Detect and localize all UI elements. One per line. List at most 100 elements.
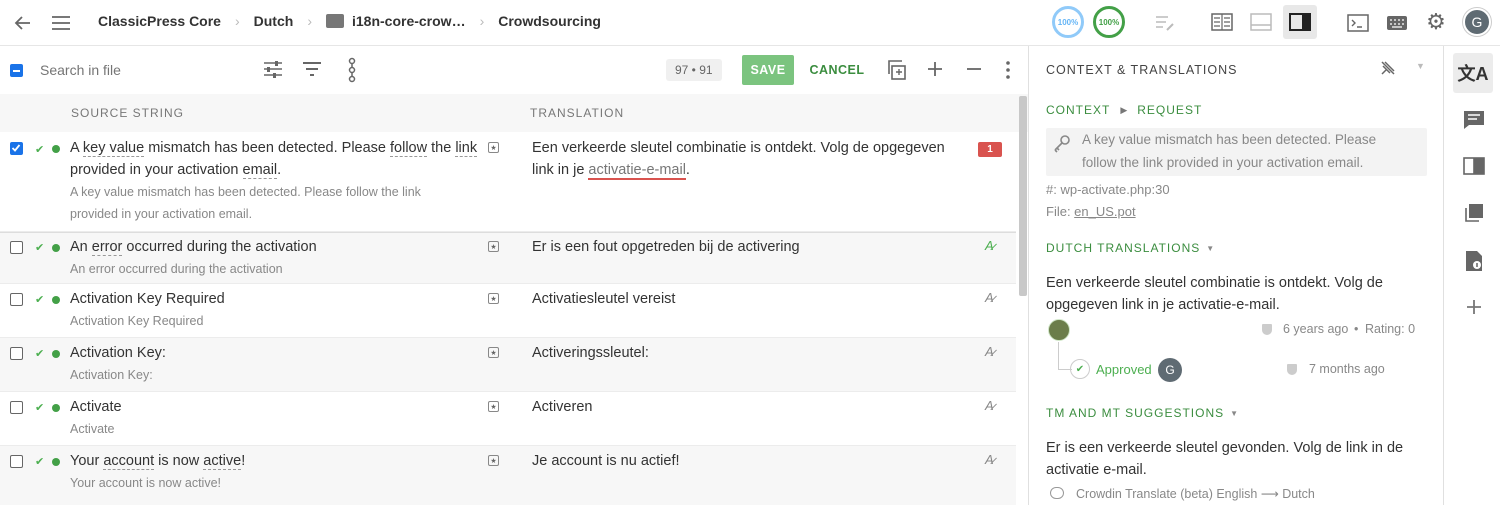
spelling-error[interactable]: activatie-e-mail: [588, 162, 686, 180]
chevron-down-icon[interactable]: ▼: [1416, 61, 1425, 71]
unpin-icon[interactable]: [1378, 58, 1398, 78]
approved-status: ✔ Approved: [1070, 359, 1152, 379]
column-header: SOURCE STRING TRANSLATION: [0, 94, 1028, 132]
file-link[interactable]: en_US.pot: [1074, 204, 1135, 219]
filter-settings-icon[interactable]: [262, 58, 284, 80]
cancel-button[interactable]: CANCEL: [808, 55, 866, 85]
add-icon[interactable]: [924, 58, 946, 80]
breadcrumb-language[interactable]: Dutch: [254, 13, 294, 29]
approved-dot: [52, 145, 60, 153]
save-button[interactable]: SAVE: [742, 55, 794, 85]
check-icon: ✔: [35, 294, 45, 306]
translation-text[interactable]: Je account is nu actief!: [532, 450, 952, 472]
tm-suggestions-header[interactable]: TM AND MT SUGGESTIONS ▼: [1046, 406, 1238, 420]
row-checkbox[interactable]: [10, 347, 23, 360]
translation-text[interactable]: Activatiesleutel vereist: [532, 288, 952, 310]
glossary-term[interactable]: account: [103, 453, 155, 470]
translation-text[interactable]: Activeringssleutel:: [532, 342, 952, 364]
spellcheck-icon[interactable]: A̷: [985, 398, 994, 413]
row-checkbox[interactable]: [10, 142, 23, 155]
source-context: Activation Key Required: [70, 314, 204, 328]
dutch-translations-header[interactable]: DUTCH TRANSLATIONS ▼: [1046, 241, 1214, 255]
workflow-icon[interactable]: [343, 56, 361, 84]
dutch-translation-rating: Rating: 0: [1365, 322, 1416, 336]
star-icon[interactable]: ★: [488, 241, 499, 252]
file-info-icon[interactable]: [1462, 249, 1486, 273]
search-input[interactable]: [40, 58, 240, 82]
translation-text[interactable]: Activeren: [532, 396, 952, 418]
spellcheck-icon[interactable]: A̷: [985, 452, 994, 467]
comments-icon[interactable]: [1462, 108, 1486, 132]
source-text: Your: [70, 453, 104, 469]
breadcrumb-project[interactable]: ClassicPress Core: [98, 13, 221, 29]
split-view-icon[interactable]: [1248, 9, 1274, 35]
translation-text[interactable]: Er is een fout opgetreden bij de activer…: [532, 236, 952, 258]
star-icon[interactable]: ★: [488, 347, 499, 358]
glossary-icon[interactable]: [1462, 154, 1486, 178]
editor-scrollbar[interactable]: [1019, 96, 1027, 296]
row-checkbox[interactable]: [10, 293, 23, 306]
approved-progress-label: 100%: [1098, 17, 1120, 27]
table-row[interactable]: ✔ Your account is now active! Your accou…: [0, 446, 1016, 505]
table-row[interactable]: ✔ Activation Key Required Activation Key…: [0, 284, 1016, 338]
table-row[interactable]: ✔ Activation Key: Activation Key: ★ Acti…: [0, 338, 1016, 392]
menu-icon[interactable]: [50, 12, 72, 34]
dutch-translation-time: 6 years ago: [1283, 322, 1349, 336]
spellcheck-icon[interactable]: A̷: [985, 344, 994, 359]
table-row[interactable]: ✔ A key value mismatch has been detected…: [0, 132, 1016, 232]
dutch-translations-title: DUTCH TRANSLATIONS: [1046, 241, 1201, 255]
glossary-term[interactable]: follow: [390, 140, 428, 157]
caret-down-icon: ▼: [1230, 408, 1239, 418]
star-icon[interactable]: ★: [488, 455, 499, 466]
tab-request[interactable]: REQUEST: [1137, 103, 1202, 117]
approved-check-icon: ✔: [1070, 359, 1090, 379]
glossary-term[interactable]: error: [91, 239, 123, 256]
edit-list-icon[interactable]: [1153, 11, 1177, 35]
add-panel-icon[interactable]: [1464, 297, 1484, 317]
filter-icon[interactable]: [301, 58, 323, 80]
star-icon[interactable]: ★: [488, 293, 499, 304]
gear-icon[interactable]: ⚙: [1424, 9, 1448, 34]
translation-text[interactable]: Een verkeerde sleutel combinatie is ontd…: [532, 137, 952, 181]
star-icon[interactable]: ★: [488, 401, 499, 412]
glossary-term[interactable]: key value: [82, 140, 145, 157]
copy-source-icon[interactable]: [884, 58, 908, 82]
avatar[interactable]: G: [1463, 8, 1491, 36]
glossary-term[interactable]: link: [455, 140, 478, 157]
translated-progress[interactable]: 100%: [1052, 6, 1084, 38]
table-row[interactable]: ✔ An error occurred during the activatio…: [0, 232, 1016, 284]
star-icon[interactable]: ★: [488, 142, 499, 153]
check-icon: ✔: [35, 348, 45, 360]
translator-avatar[interactable]: [1048, 319, 1070, 341]
select-all-checkbox[interactable]: [10, 64, 23, 77]
breadcrumb-file[interactable]: i18n-core-crow…: [352, 13, 466, 29]
side-by-side-view-icon[interactable]: [1209, 9, 1235, 35]
glossary-term[interactable]: active: [203, 453, 242, 470]
more-vert-icon[interactable]: [999, 58, 1017, 82]
row-checkbox[interactable]: [10, 401, 23, 414]
row-checkbox[interactable]: [10, 455, 23, 468]
approved-progress[interactable]: 100%: [1093, 6, 1125, 38]
side-rail: 文A: [1443, 46, 1500, 505]
translate-icon[interactable]: 文A: [1453, 53, 1493, 93]
approver-avatar[interactable]: G: [1158, 358, 1182, 382]
tab-context[interactable]: CONTEXT: [1046, 103, 1110, 117]
keyboard-icon[interactable]: [1385, 11, 1409, 35]
qa-issue-badge[interactable]: 1: [978, 142, 1002, 157]
editor-toolbar: 97 • 91 SAVE CANCEL: [0, 46, 1028, 94]
row-checkbox[interactable]: [10, 241, 23, 254]
glossary-term[interactable]: email: [242, 162, 278, 179]
table-row[interactable]: ✔ Activate Activate ★ Activeren A̷: [0, 392, 1016, 446]
tm-suggestion-text[interactable]: Er is een verkeerde sleutel gevonden. Vo…: [1046, 437, 1416, 481]
terminal-icon[interactable]: [1346, 11, 1370, 35]
library-icon[interactable]: [1462, 201, 1486, 225]
spellcheck-icon[interactable]: A̷: [985, 290, 994, 305]
approved-dot: [52, 350, 60, 358]
back-arrow-icon[interactable]: [12, 12, 34, 34]
rating-separator: •: [1354, 322, 1359, 336]
remove-icon[interactable]: [963, 58, 985, 80]
panel-view-icon[interactable]: [1283, 5, 1317, 39]
caret-down-icon: ▼: [1206, 243, 1215, 253]
spellcheck-icon[interactable]: A̷: [985, 238, 994, 253]
source-string: A key value mismatch has been detected. …: [70, 137, 480, 181]
